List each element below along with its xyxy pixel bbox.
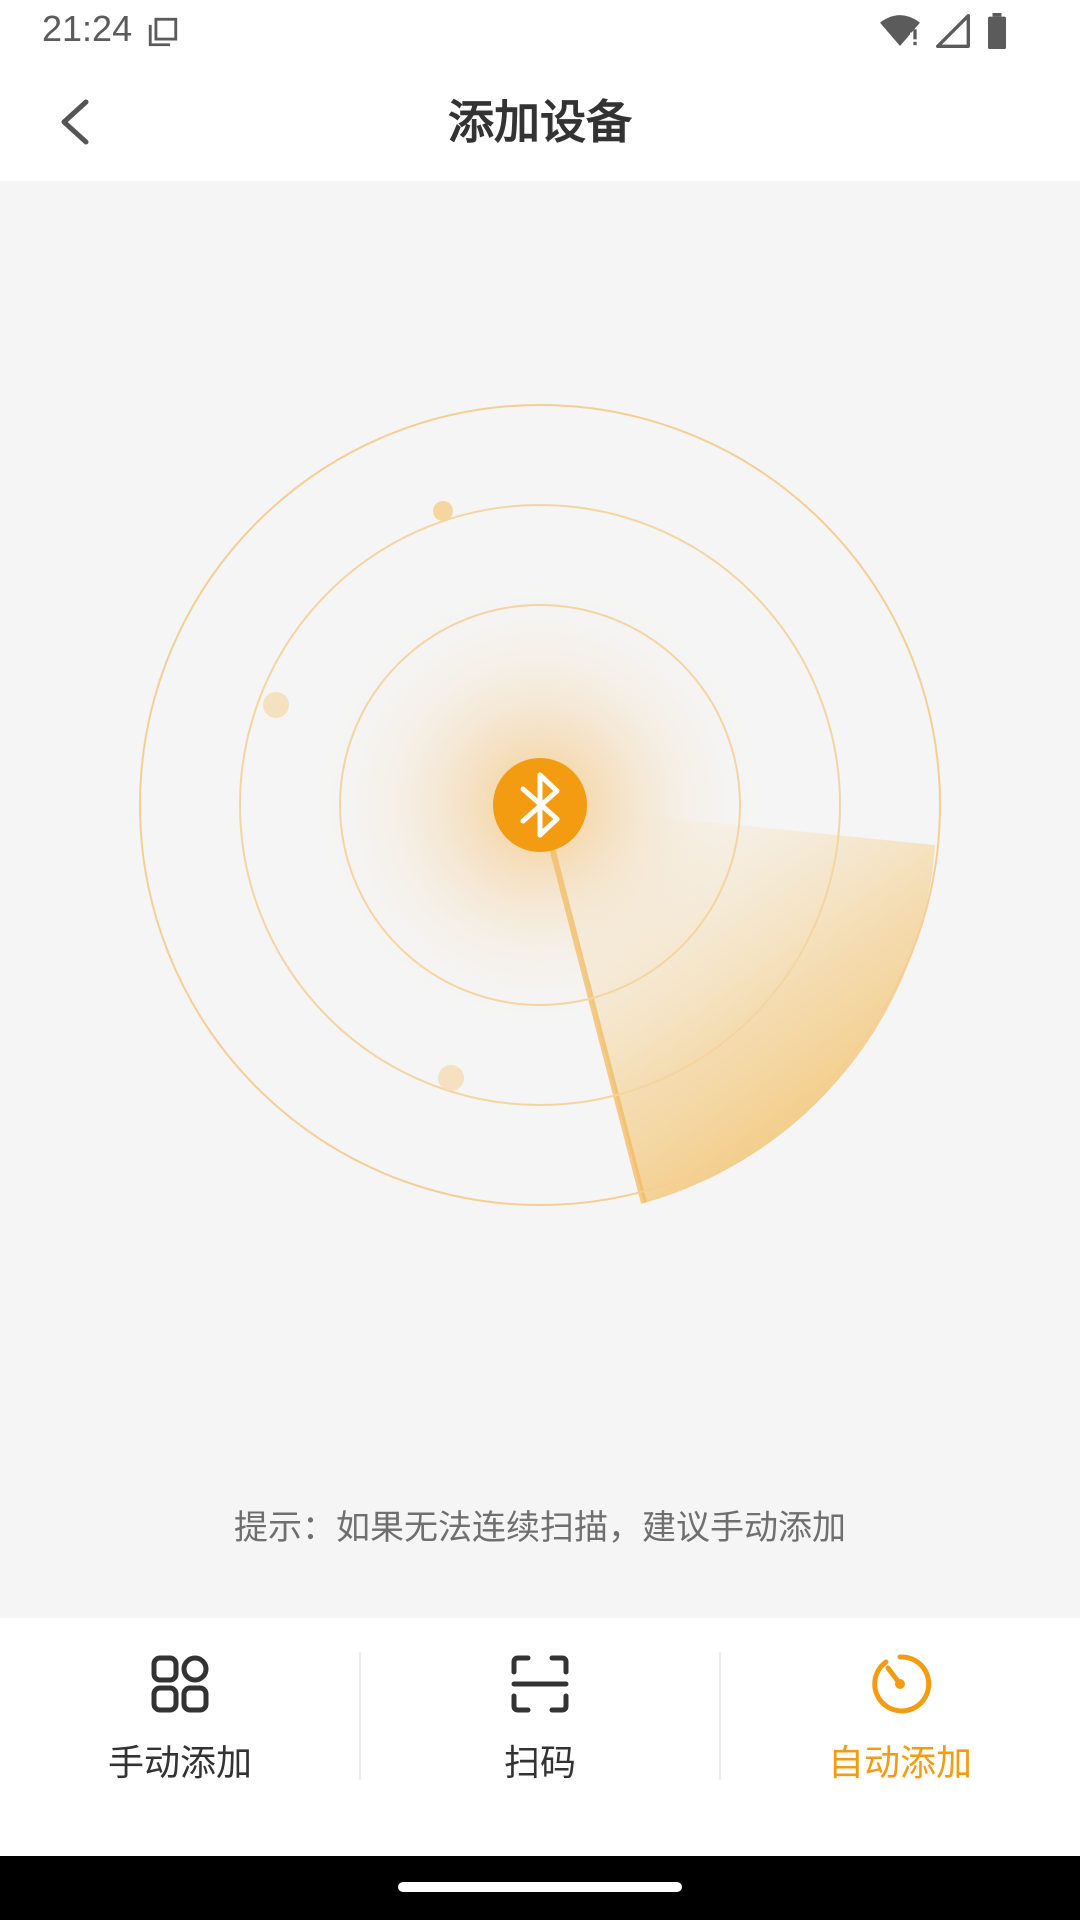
scan-icon <box>511 1655 569 1713</box>
radar-sweep <box>540 805 935 1203</box>
copy-icon <box>148 17 178 47</box>
home-indicator[interactable] <box>398 1882 682 1892</box>
back-button[interactable] <box>44 87 104 157</box>
radar-scanner <box>139 404 941 1206</box>
screen: 21:24 添加设备 提示：如果无法连续扫描，建议手动添加 手动添加 扫码 自动… <box>0 0 1080 1920</box>
nav-label: 扫码 <box>503 1743 576 1784</box>
nav-manual-add[interactable]: 手动添加 <box>0 1618 360 1856</box>
auto-scan-icon <box>872 1654 932 1714</box>
status-time: 21:24 <box>42 8 133 49</box>
tip-text: 提示：如果无法连续扫描，建议手动添加 <box>234 1508 846 1548</box>
grid-icon <box>151 1655 209 1713</box>
radar-dot <box>438 1065 464 1091</box>
bluetooth-button[interactable] <box>493 758 587 852</box>
battery-icon <box>988 13 1006 49</box>
wifi-icon <box>880 15 920 46</box>
app-header: 添加设备 <box>0 63 1080 181</box>
radar-dot <box>263 692 289 718</box>
signal-icon <box>936 14 970 48</box>
bottom-nav: 手动添加 扫码 自动添加 <box>0 1618 1080 1856</box>
page-title: 添加设备 <box>448 95 632 149</box>
status-bar: 21:24 <box>0 0 1080 63</box>
nav-label: 手动添加 <box>107 1743 252 1784</box>
radar-dot <box>433 501 453 521</box>
status-icons <box>880 13 1008 49</box>
nav-auto-add[interactable]: 自动添加 <box>719 1618 1080 1856</box>
nav-label: 自动添加 <box>827 1743 972 1784</box>
gesture-bar <box>0 1856 1080 1920</box>
chevron-left-icon <box>61 99 89 145</box>
nav-scan[interactable]: 扫码 <box>359 1618 720 1856</box>
